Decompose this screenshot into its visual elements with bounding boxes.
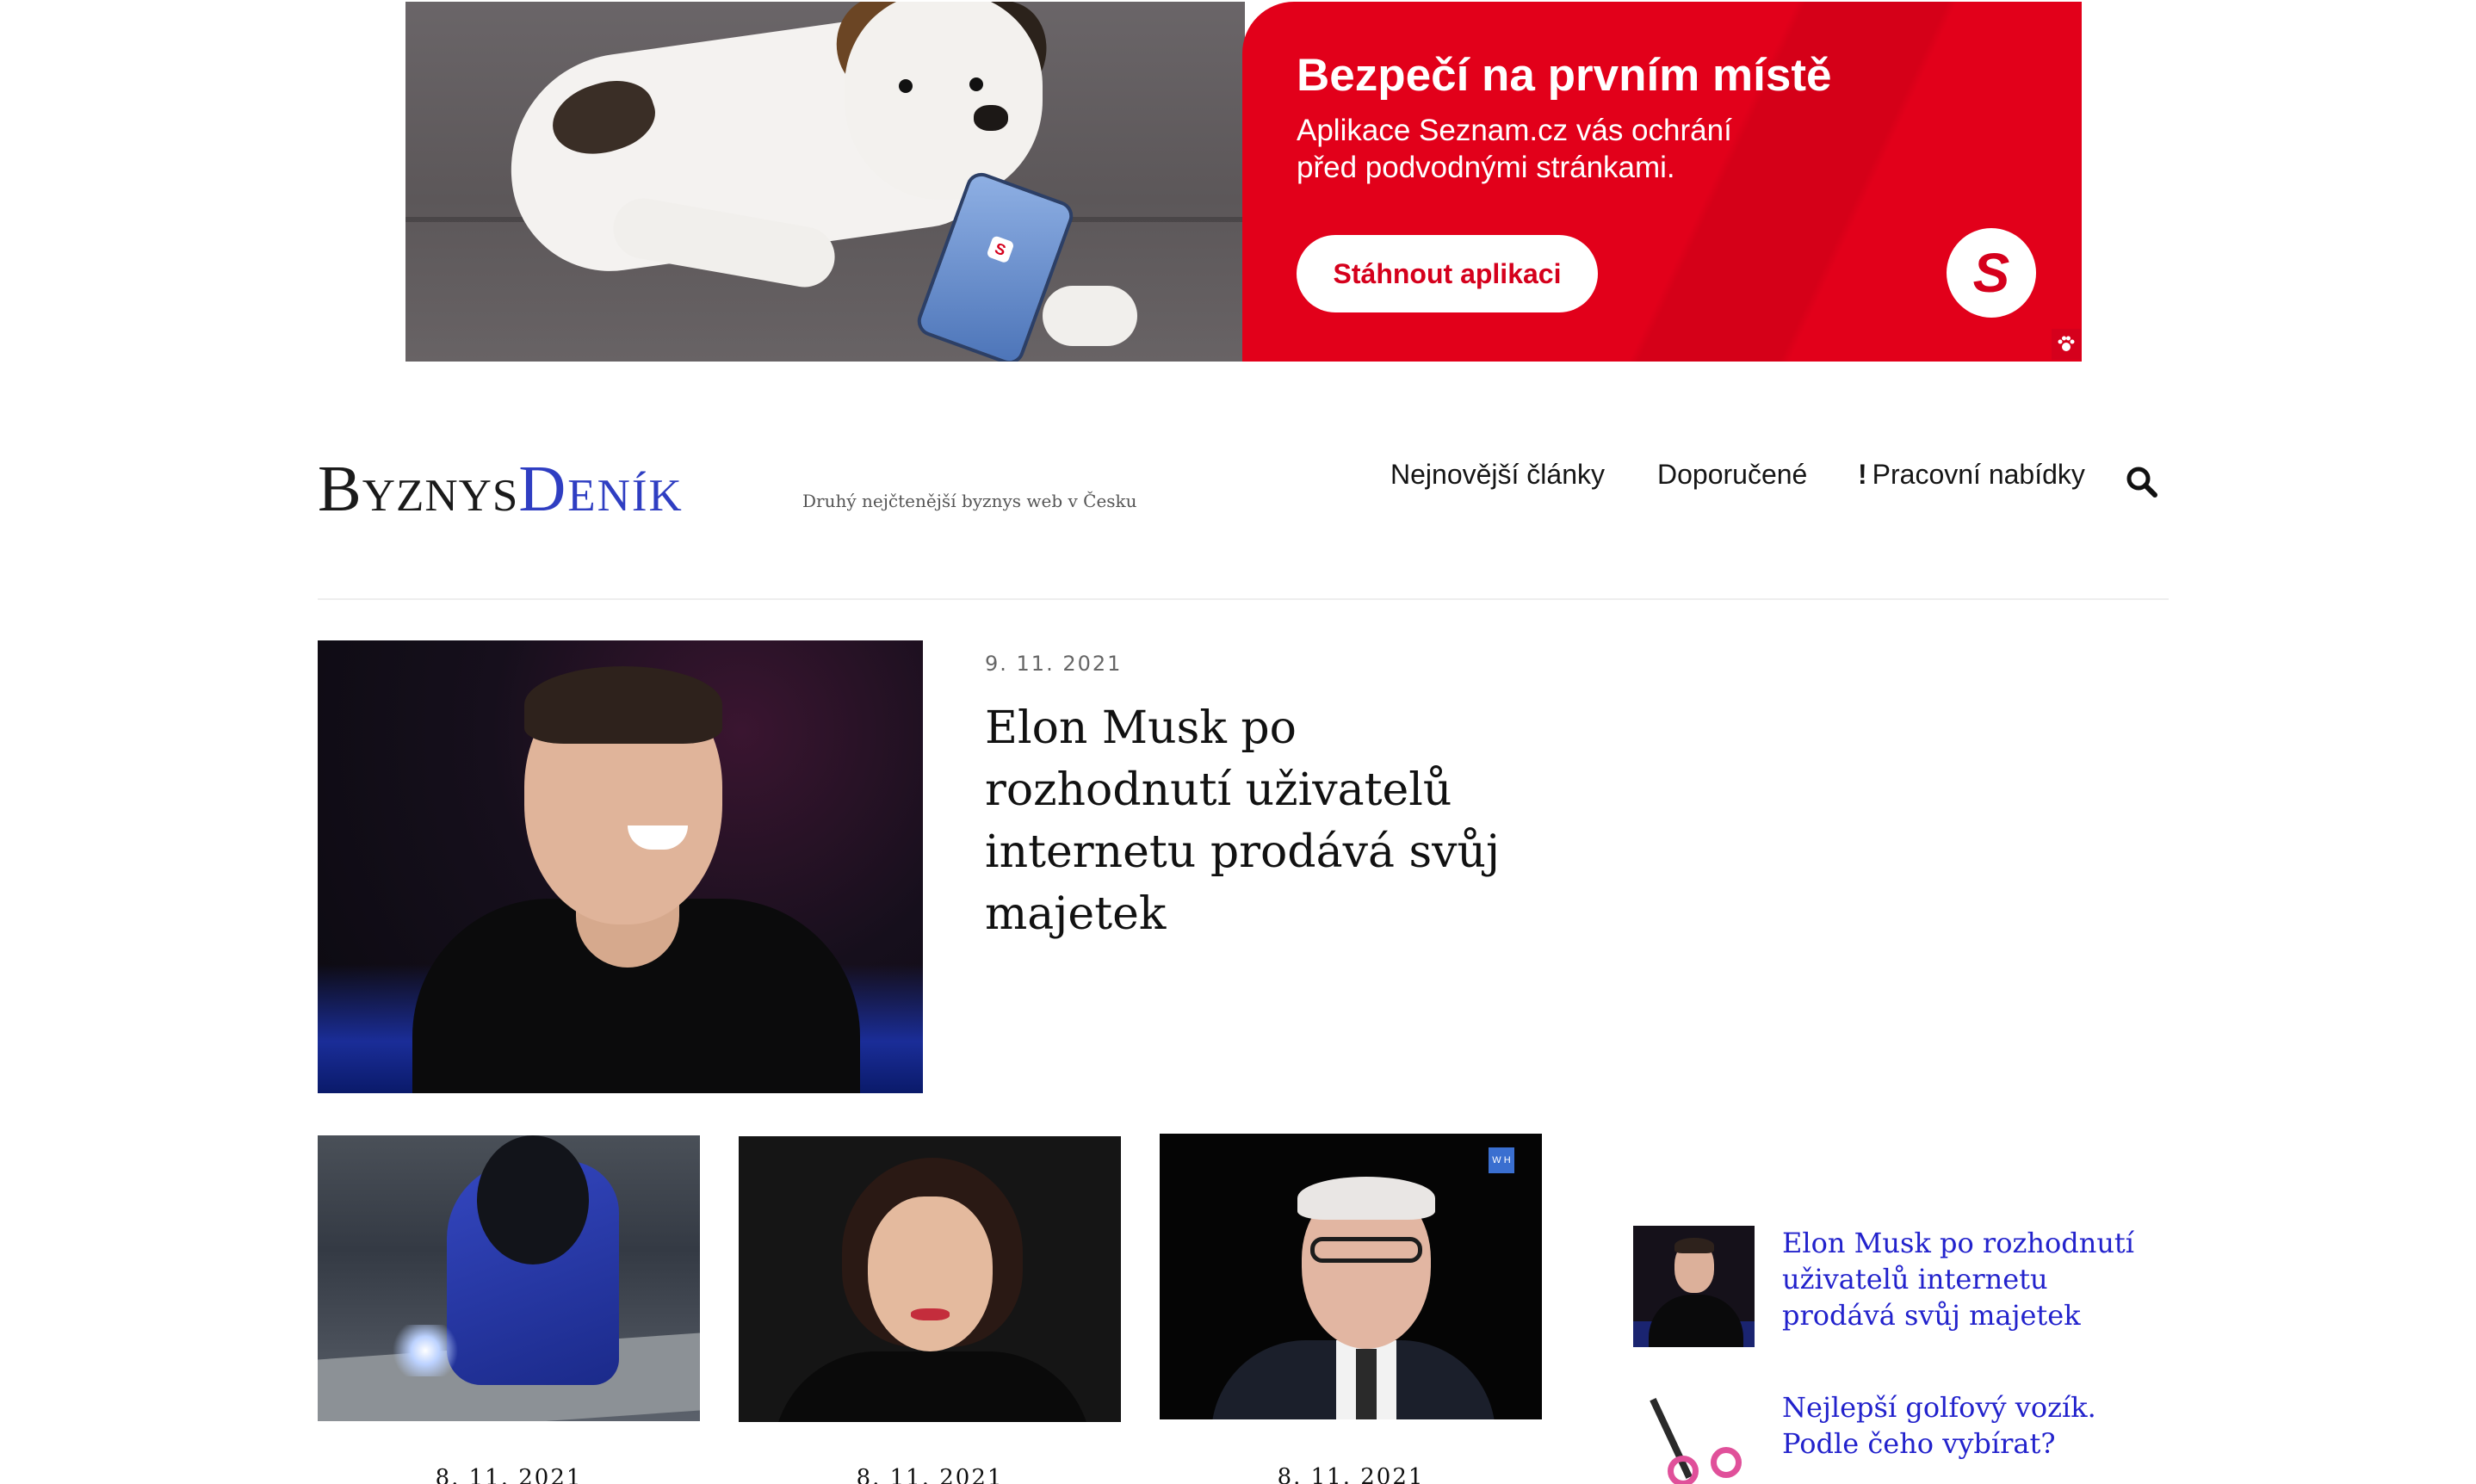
person-lips [911,1308,950,1320]
sidebar-article-link[interactable]: Nejlepší golfový vozík. Podle čeho vybír… [1782,1389,2161,1462]
person-body [773,1351,1092,1422]
ad-download-button[interactable]: Stáhnout aplikaci [1297,235,1598,312]
person-glasses [1310,1237,1422,1263]
golf-cart-wheel [1668,1456,1699,1484]
person-hair [1674,1238,1714,1253]
golf-cart-wheel [1711,1447,1742,1478]
ad-dog-photo: S [405,2,1245,362]
person-body [1649,1295,1743,1347]
paw-icon[interactable] [2052,329,2081,360]
site-tagline: Druhý nejčtenější byznys web v Česku [802,491,1137,511]
ad-dog-eye-left [899,79,913,93]
site-logo[interactable]: ByznysDeník [318,449,684,529]
image-watermark-badge: W H [1489,1147,1514,1173]
welding-spark [387,1325,464,1376]
nav-job-offers-label: Pracovní nabídky [1872,459,2085,490]
exclamation-icon: ! [1858,459,1867,490]
nav-latest-articles[interactable]: Nejnovější články [1390,459,1605,491]
ad-phone-logo: S [986,235,1015,264]
person-hair [524,666,722,744]
featured-article-title[interactable]: Elon Musk po rozhodnutí uživatelů intern… [985,697,1553,945]
article-card-image[interactable] [739,1136,1121,1422]
ad-dog-head [845,2,1043,200]
article-card-date: 8. 11. 2021 [435,1465,583,1484]
sidebar-article-thumbnail[interactable] [1633,1226,1755,1347]
person-tie [1356,1349,1377,1419]
ad-dog-paw [1043,286,1137,346]
seznam-logo-icon: S [1947,228,2036,318]
ad-red-panel: Bezpečí na prvním místě Aplikace Seznam.… [1242,2,2082,362]
ad-dog-eye-right [969,77,983,91]
search-icon[interactable] [2125,465,2159,499]
sidebar-article-thumbnail[interactable] [1633,1387,1755,1484]
article-card-image[interactable] [318,1135,700,1421]
sidebar-article-link[interactable]: Elon Musk po rozhodnutí uživatelů intern… [1782,1225,2161,1333]
ad-subline-1: Aplikace Seznam.cz vás ochrání [1297,114,1732,147]
ad-dog-nose [974,105,1008,131]
article-card-date: 8. 11. 2021 [1277,1464,1425,1484]
nav-job-offers[interactable]: ! Pracovní nabídky [1858,459,2085,491]
ad-banner[interactable]: S Bezpečí na prvním místě Aplikace Sezna… [405,2,2082,362]
welding-mask [477,1135,589,1264]
logo-part-2: Deník [518,453,684,525]
header-divider [318,598,2169,600]
article-card-date: 8. 11. 2021 [856,1465,1004,1484]
featured-article-image[interactable] [318,640,923,1093]
ad-headline: Bezpečí na prvním místě [1297,50,1832,101]
nav-recommended[interactable]: Doporučené [1657,459,1807,491]
ad-subline-2: před podvodnými stránkami. [1297,151,1675,184]
person-hair [1297,1177,1435,1220]
person-face [868,1196,993,1351]
logo-part-1: Byznys [318,453,519,525]
article-card-image[interactable]: W H [1160,1134,1542,1419]
featured-article-date: 9. 11. 2021 [985,652,1123,676]
